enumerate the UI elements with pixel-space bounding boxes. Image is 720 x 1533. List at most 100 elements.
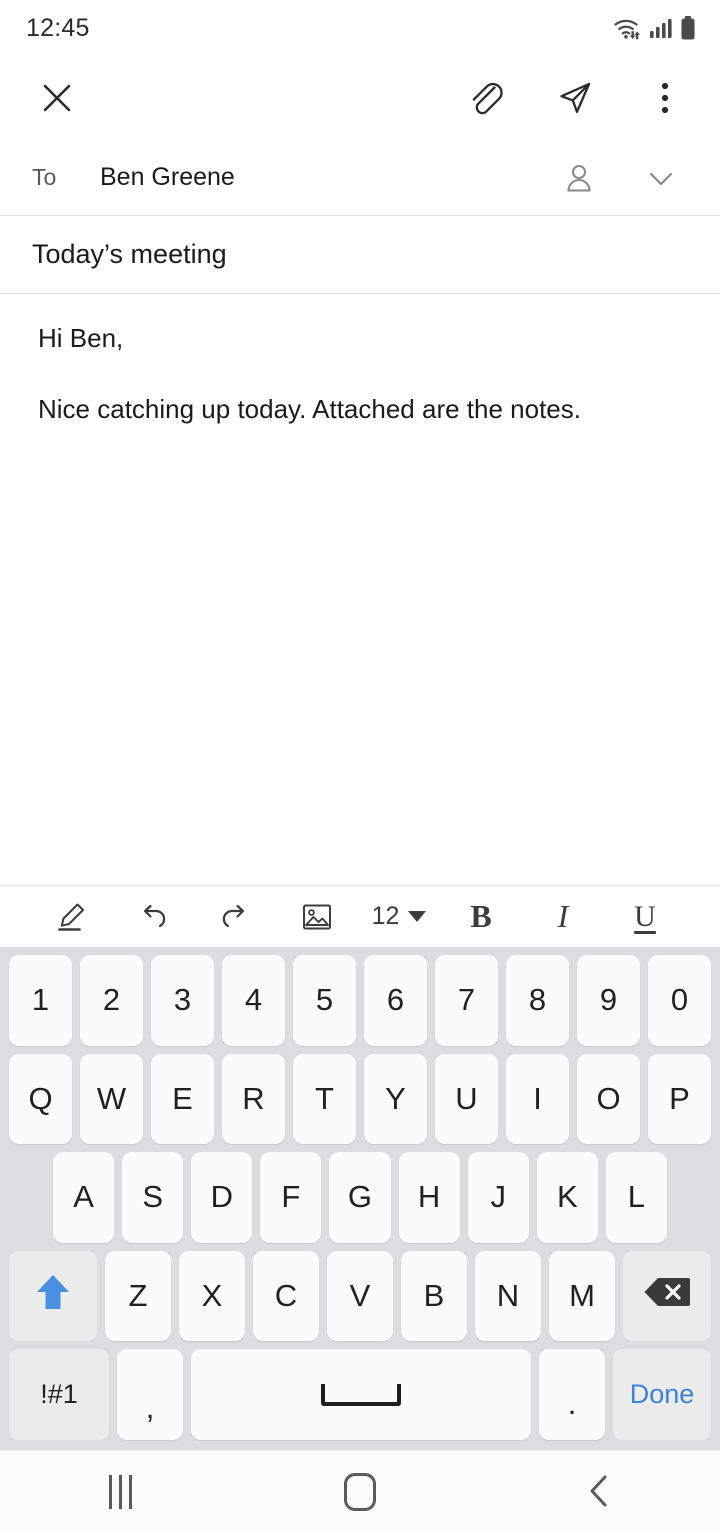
font-size-value: 12 [371, 902, 400, 930]
send-button[interactable] [548, 71, 602, 125]
to-field-row[interactable]: To Ben Greene [0, 140, 720, 216]
key-d[interactable]: D [191, 1152, 253, 1243]
shift-arrow-icon [33, 1271, 73, 1321]
font-size-button[interactable]: 12 [358, 886, 440, 948]
key-j[interactable]: J [467, 1152, 529, 1243]
recents-button[interactable] [60, 1451, 180, 1533]
key-8[interactable]: 8 [506, 955, 569, 1046]
key-i[interactable]: I [506, 1053, 569, 1145]
key-g[interactable]: G [329, 1152, 391, 1243]
key-o[interactable]: O [577, 1053, 640, 1145]
key-3[interactable]: 3 [151, 955, 214, 1046]
key-k[interactable]: K [536, 1152, 598, 1243]
key-2[interactable]: 2 [80, 955, 143, 1046]
symbols-key[interactable]: !#1 [9, 1349, 109, 1440]
on-screen-keyboard: 1 2 3 4 5 6 7 8 9 0 Q W E R T Y U I O P … [0, 947, 720, 1450]
key-6[interactable]: 6 [364, 955, 427, 1046]
key-q[interactable]: Q [9, 1053, 72, 1145]
done-key[interactable]: Done [613, 1349, 711, 1440]
more-vertical-icon [660, 79, 670, 117]
redo-button[interactable] [194, 886, 276, 948]
bold-button[interactable]: B [440, 886, 522, 948]
expand-recipients-button[interactable] [634, 151, 688, 205]
undo-button[interactable] [112, 886, 194, 948]
compose-area: To Ben Greene Today’s meeting Hi Ben, Ni… [0, 140, 720, 885]
key-t[interactable]: T [293, 1053, 356, 1145]
subject-field-row[interactable]: Today’s meeting [0, 216, 720, 294]
key-s[interactable]: S [122, 1152, 184, 1243]
attach-button[interactable] [458, 71, 512, 125]
key-0[interactable]: 0 [648, 955, 711, 1046]
key-h[interactable]: H [398, 1152, 460, 1243]
subject-input[interactable]: Today’s meeting [32, 239, 227, 270]
body-line: Nice catching up today. Attached are the… [38, 393, 581, 424]
backspace-icon [643, 1275, 691, 1317]
shift-key[interactable] [9, 1250, 97, 1342]
caret-down-icon [408, 911, 427, 922]
key-f[interactable]: F [260, 1152, 322, 1243]
redo-icon [217, 899, 253, 935]
key-z[interactable]: Z [105, 1250, 171, 1342]
key-v[interactable]: V [327, 1250, 393, 1342]
chevron-down-icon [644, 161, 678, 195]
key-n[interactable]: N [475, 1250, 541, 1342]
key-m[interactable]: M [549, 1250, 615, 1342]
person-icon [562, 161, 596, 195]
key-c[interactable]: C [253, 1250, 319, 1342]
key-p[interactable]: P [648, 1053, 711, 1145]
format-toolbar: 12 B I U [0, 885, 720, 947]
underline-label: U [634, 899, 656, 933]
compose-action-bar [0, 56, 720, 140]
status-time: 12:45 [26, 13, 90, 42]
keyboard-row-top: Q W E R T Y U I O P [5, 1053, 715, 1145]
contacts-button[interactable] [552, 151, 606, 205]
back-icon [583, 1472, 617, 1513]
keyboard-row-bottom: Z X C V B N M [5, 1250, 715, 1342]
key-9[interactable]: 9 [577, 955, 640, 1046]
home-button[interactable] [300, 1451, 420, 1533]
text-style-pen-button[interactable] [30, 886, 112, 948]
battery-icon [680, 15, 696, 41]
highlighter-pen-icon [53, 899, 89, 935]
body-line: Hi Ben, [38, 323, 124, 353]
home-icon [344, 1473, 376, 1511]
to-input[interactable]: Ben Greene [100, 163, 552, 192]
backspace-key[interactable] [623, 1250, 711, 1342]
key-x[interactable]: X [179, 1250, 245, 1342]
cellular-signal-icon [649, 16, 673, 40]
space-bar-icon [321, 1383, 401, 1406]
period-key[interactable]: . [539, 1349, 605, 1440]
key-1[interactable]: 1 [9, 955, 72, 1046]
underline-button[interactable]: U [604, 886, 686, 948]
key-u[interactable]: U [435, 1053, 498, 1145]
phone-screen: 12:45 To Ben Greene Today’s meeting Hi B… [0, 0, 720, 1533]
key-w[interactable]: W [80, 1053, 143, 1145]
message-body[interactable]: Hi Ben, Nice catching up today. Attached… [0, 294, 720, 885]
recents-icon [108, 1475, 132, 1509]
key-a[interactable]: A [53, 1152, 115, 1243]
key-e[interactable]: E [151, 1053, 214, 1145]
key-y[interactable]: Y [364, 1053, 427, 1145]
status-bar: 12:45 [0, 0, 720, 56]
paperclip-icon [465, 78, 505, 118]
keyboard-row-numbers: 1 2 3 4 5 6 7 8 9 0 [5, 955, 715, 1046]
close-button[interactable] [30, 71, 84, 125]
key-7[interactable]: 7 [435, 955, 498, 1046]
key-l[interactable]: L [605, 1152, 667, 1243]
italic-button[interactable]: I [522, 886, 604, 948]
system-navigation-bar [0, 1450, 720, 1533]
image-icon [301, 901, 333, 933]
send-icon [555, 78, 595, 118]
more-options-button[interactable] [638, 71, 692, 125]
space-key[interactable] [191, 1349, 531, 1440]
to-label: To [32, 164, 57, 190]
key-5[interactable]: 5 [293, 955, 356, 1046]
bold-label: B [470, 898, 492, 934]
insert-image-button[interactable] [276, 886, 358, 948]
keyboard-row-home: A S D F G H J K L [5, 1152, 715, 1243]
key-r[interactable]: R [222, 1053, 285, 1145]
back-button[interactable] [540, 1451, 660, 1533]
key-b[interactable]: B [401, 1250, 467, 1342]
key-4[interactable]: 4 [222, 955, 285, 1046]
comma-key[interactable]: , [117, 1349, 183, 1440]
